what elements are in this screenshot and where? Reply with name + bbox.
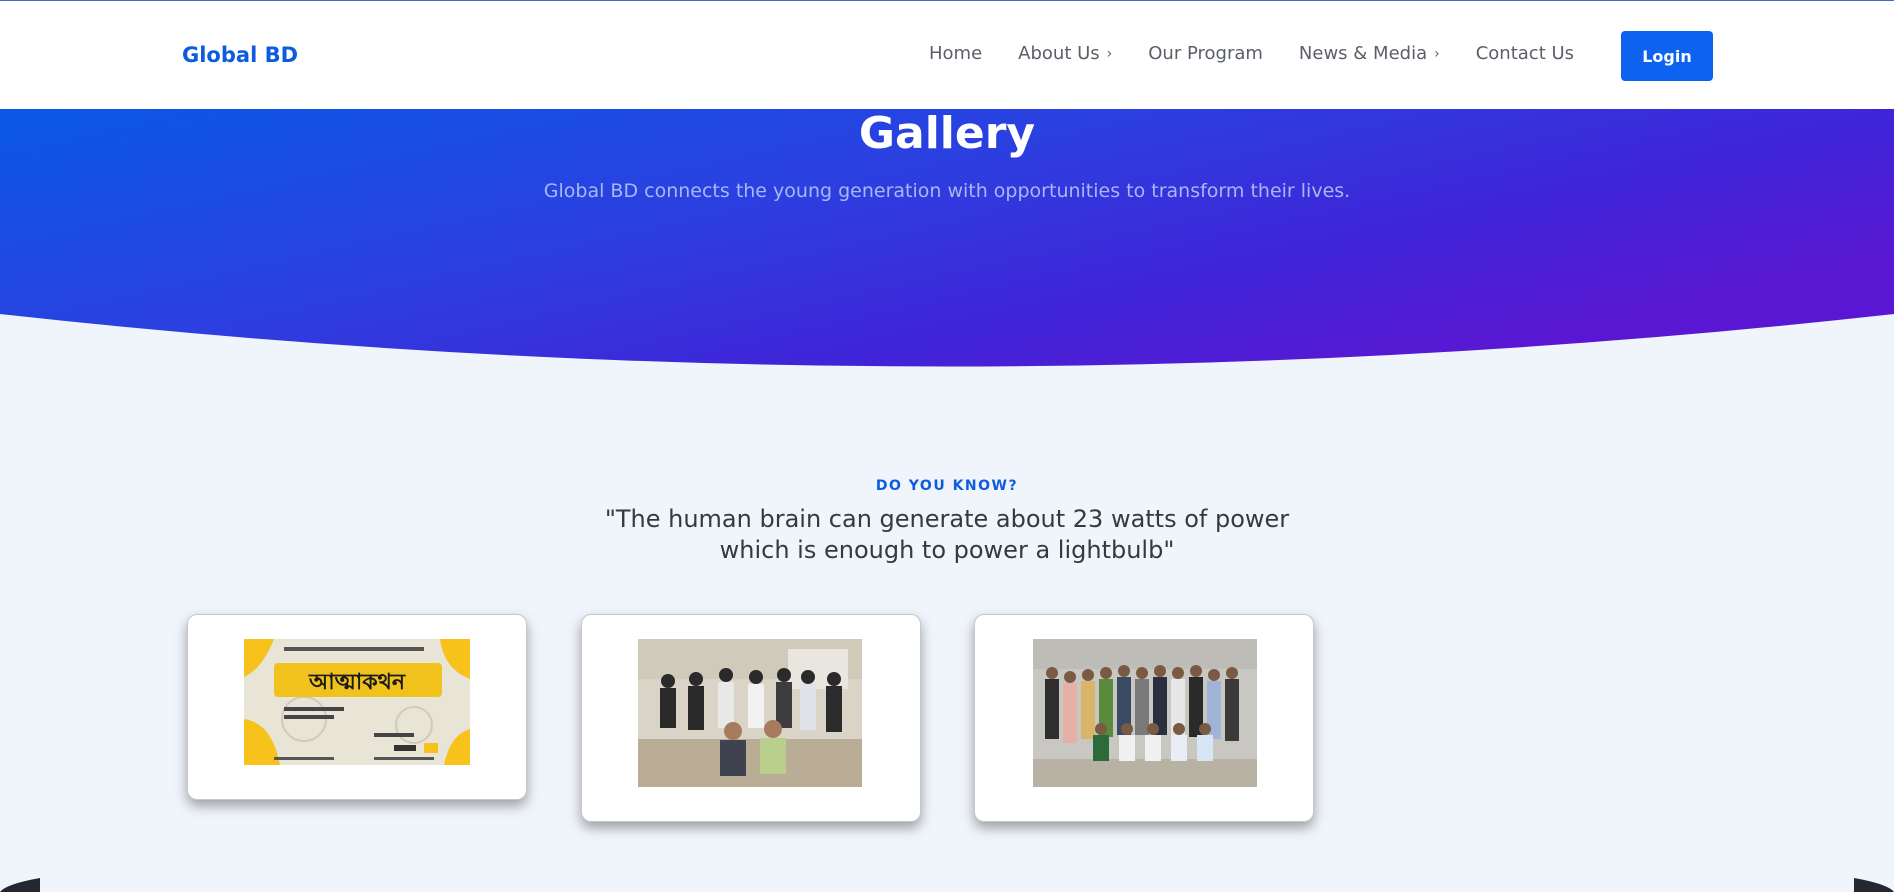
banner-title-text: আত্মাকথন: [308, 670, 406, 695]
nav-home[interactable]: Home: [929, 43, 982, 64]
nav-home-label: Home: [929, 43, 983, 64]
gallery-card[interactable]: [581, 614, 921, 822]
footer-edge: [0, 878, 1894, 892]
gallery-image-team-photo: [1033, 639, 1257, 787]
gallery-card[interactable]: আত্মাকথন: [187, 614, 527, 800]
gallery-image-group-photo: [638, 639, 862, 787]
gallery-card[interactable]: [974, 614, 1314, 822]
nav-news-label: News & Media: [1298, 43, 1428, 64]
nav-our-program[interactable]: Our Program: [1148, 43, 1263, 64]
navbar: Global BD Home About Us › Our Program New…: [0, 1, 1894, 109]
brand-logo[interactable]: Global BD: [182, 43, 298, 67]
gallery-image-banner: আত্মাকথন: [244, 639, 470, 765]
nav-contact-us[interactable]: Contact Us: [1476, 43, 1574, 64]
nav-news-media[interactable]: News & Media ›: [1299, 43, 1440, 64]
chevron-right-icon: ›: [1434, 45, 1440, 62]
login-button[interactable]: Login: [1621, 31, 1713, 81]
hero-subtitle: Global BD connects the young generation …: [543, 180, 1351, 202]
main-nav: Home About Us › Our Program News & Media ›…: [929, 43, 1610, 64]
chevron-right-icon: ›: [1106, 45, 1113, 62]
page-title: Gallery: [858, 108, 1036, 159]
nav-about-label: About Us: [1018, 43, 1100, 64]
nav-contact-label: Contact Us: [1475, 43, 1575, 64]
nav-program-label: Our Program: [1148, 43, 1263, 64]
fact-quote: "The human brain can generate about 23 w…: [604, 505, 1290, 564]
section-eyebrow: DO YOU KNOW?: [875, 478, 1019, 494]
nav-about-us[interactable]: About Us ›: [1018, 43, 1112, 64]
